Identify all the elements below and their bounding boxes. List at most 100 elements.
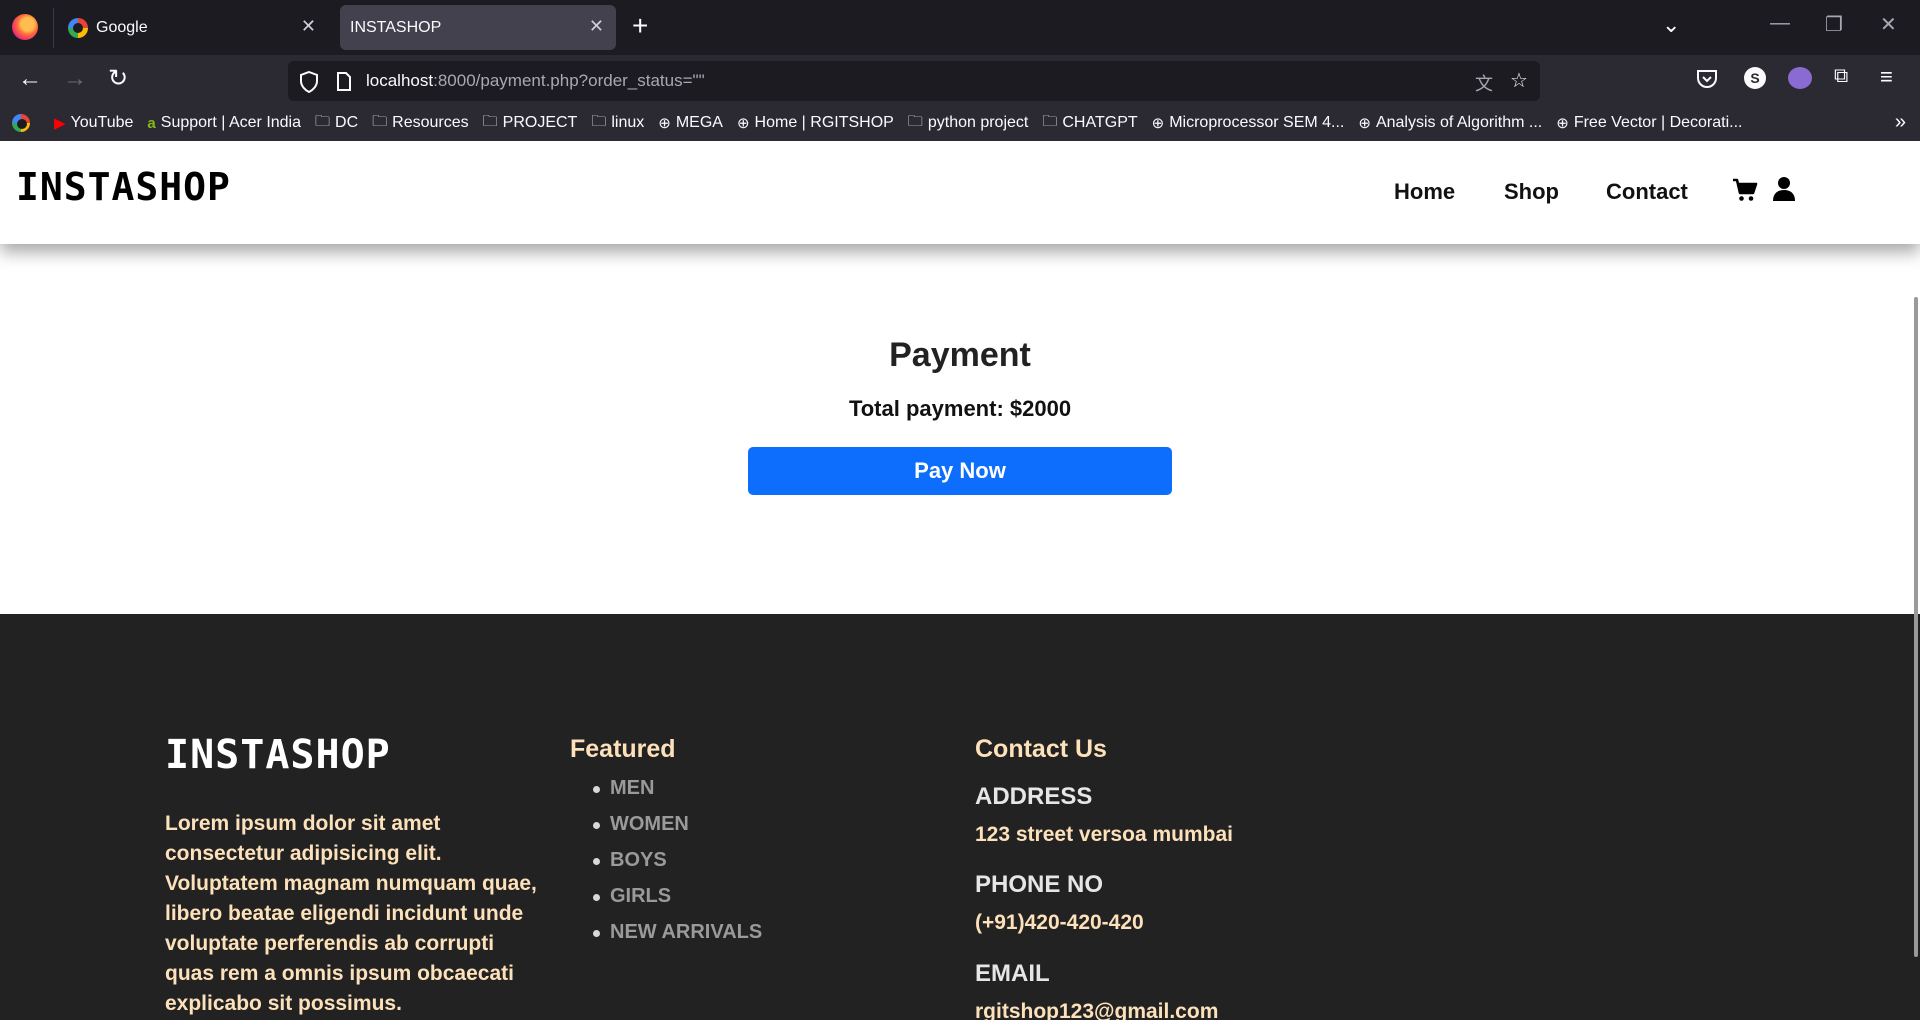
featured-heading: Featured bbox=[570, 735, 676, 763]
globe-icon: ⊕ bbox=[736, 115, 750, 132]
firefox-logo-icon[interactable] bbox=[12, 14, 38, 40]
close-tab-icon[interactable]: ✕ bbox=[589, 16, 604, 37]
bookmark-folder-python[interactable]: 🗀 python project bbox=[908, 111, 1029, 136]
bookmark-acer[interactable]: a Support | Acer India bbox=[147, 114, 301, 132]
nav-link-shop[interactable]: Shop bbox=[1504, 179, 1559, 205]
bookmark-folder-project[interactable]: 🗀 PROJECT bbox=[483, 111, 578, 136]
folder-icon: 🗀 bbox=[372, 112, 388, 130]
hamburger-menu-icon[interactable]: ≡ bbox=[1880, 64, 1893, 90]
footer-logo: INSTASHOP bbox=[165, 732, 391, 778]
bookmark-label: Resources bbox=[392, 114, 469, 131]
email-value[interactable]: rgitshop123@gmail.com bbox=[975, 1000, 1218, 1020]
folder-icon: 🗀 bbox=[1042, 112, 1058, 130]
bookmark-label: Microprocessor SEM 4... bbox=[1169, 114, 1345, 131]
bookmark-folder-chatgpt[interactable]: 🗀 CHATGPT bbox=[1042, 111, 1137, 136]
web-page: INSTASHOP Home Shop Contact Payment Tota… bbox=[0, 141, 1920, 1020]
address-bar[interactable]: localhost:8000/payment.php?order_status=… bbox=[288, 61, 1540, 101]
payment-title: Payment bbox=[889, 336, 1031, 374]
featured-link-boys[interactable]: BOYS bbox=[593, 849, 762, 885]
folder-icon: 🗀 bbox=[482, 112, 498, 130]
bookmark-mega[interactable]: ⊕ MEGA bbox=[658, 114, 723, 132]
address-label: ADDRESS bbox=[975, 783, 1093, 810]
bookmark-label: CHATGPT bbox=[1062, 114, 1138, 131]
featured-link-girls[interactable]: GIRLS bbox=[593, 885, 762, 921]
address-value: 123 street versoa mumbai bbox=[975, 823, 1233, 846]
payment-section: Payment Total payment: $2000 Pay Now bbox=[0, 244, 1920, 614]
featured-list: MEN WOMEN BOYS GIRLS NEW ARRIVALS bbox=[593, 777, 762, 957]
close-window-icon[interactable]: ✕ bbox=[1880, 12, 1897, 37]
bookmark-label: Support | Acer India bbox=[160, 114, 302, 131]
url-text[interactable]: localhost:8000/payment.php?order_status=… bbox=[366, 71, 705, 91]
list-all-tabs-chevron-icon[interactable]: ⌄ bbox=[1662, 12, 1680, 38]
tab-title: INSTASHOP bbox=[350, 18, 442, 36]
user-account-icon[interactable] bbox=[1772, 176, 1796, 202]
extension-mask-icon[interactable] bbox=[1788, 67, 1812, 89]
pay-now-button[interactable]: Pay Now bbox=[748, 447, 1172, 495]
new-tab-plus-icon[interactable]: + bbox=[632, 10, 648, 42]
bookmark-algorithm[interactable]: ⊕ Analysis of Algorithm ... bbox=[1358, 114, 1542, 132]
back-arrow-icon[interactable]: ← bbox=[18, 66, 42, 92]
bookmark-label: YouTube bbox=[70, 114, 134, 131]
bookmark-label: linux bbox=[611, 114, 645, 131]
bookmark-folder-linux[interactable]: 🗀 linux bbox=[591, 111, 644, 136]
translate-icon[interactable]: 文 bbox=[1475, 70, 1493, 96]
page-icon[interactable] bbox=[336, 72, 352, 91]
bookmark-label: Analysis of Algorithm ... bbox=[1375, 114, 1543, 131]
bookmark-star-icon[interactable]: ☆ bbox=[1510, 68, 1528, 93]
pocket-icon[interactable] bbox=[1696, 69, 1718, 89]
site-header: INSTASHOP Home Shop Contact bbox=[0, 141, 1920, 244]
globe-icon: ⊕ bbox=[1358, 115, 1371, 132]
minimize-icon[interactable]: — bbox=[1770, 12, 1790, 35]
extensions-puzzle-icon[interactable]: ⧉ bbox=[1834, 65, 1848, 88]
bookmark-microprocessor[interactable]: ⊕ Microprocessor SEM 4... bbox=[1152, 114, 1345, 132]
bookmark-free-vector[interactable]: ⊕ Free Vector | Decorati... bbox=[1556, 114, 1742, 132]
bookmark-label: DC bbox=[335, 114, 359, 131]
bookmark-folder-dc[interactable]: 🗀 DC bbox=[315, 111, 358, 136]
bookmarks-overflow-chevron-icon[interactable]: » bbox=[1895, 111, 1906, 134]
shield-icon[interactable] bbox=[299, 71, 319, 93]
google-favicon-icon bbox=[12, 114, 30, 132]
tab-separator bbox=[53, 8, 54, 48]
nav-link-home[interactable]: Home bbox=[1394, 179, 1455, 205]
bookmark-label: Free Vector | Decorati... bbox=[1573, 114, 1743, 131]
folder-icon: 🗀 bbox=[315, 112, 331, 130]
tab-instashop[interactable]: INSTASHOP ✕ bbox=[340, 5, 616, 50]
page-scrollbar-thumb[interactable] bbox=[1914, 297, 1918, 957]
bookmark-label: MEGA bbox=[675, 114, 723, 131]
close-tab-icon[interactable]: ✕ bbox=[301, 16, 316, 37]
total-payment-text: Total payment: $2000 bbox=[848, 396, 1072, 421]
featured-link-men[interactable]: MEN bbox=[593, 777, 762, 813]
browser-tab-bar: Google ✕ INSTASHOP ✕ + ⌄ — ❐ ✕ bbox=[0, 0, 1920, 55]
globe-icon: ⊕ bbox=[658, 115, 671, 132]
folder-icon: 🗀 bbox=[591, 112, 607, 130]
phone-label: PHONE NO bbox=[975, 871, 1104, 898]
bookmark-google[interactable] bbox=[12, 114, 40, 132]
site-footer: INSTASHOP Lorem ipsum dolor sit amet con… bbox=[0, 614, 1920, 1020]
featured-link-women[interactable]: WOMEN bbox=[593, 813, 762, 849]
restore-icon[interactable]: ❐ bbox=[1825, 12, 1843, 37]
reload-icon[interactable]: ↻ bbox=[108, 66, 128, 92]
bookmark-label: Home | RGITSHOP bbox=[754, 114, 894, 131]
site-logo[interactable]: INSTASHOP bbox=[16, 165, 231, 209]
globe-icon: ⊕ bbox=[1556, 115, 1569, 132]
account-avatar-icon[interactable]: S bbox=[1744, 67, 1766, 89]
url-path: :8000/payment.php?order_status="" bbox=[433, 71, 705, 90]
bookmark-youtube[interactable]: ▶ YouTube bbox=[54, 114, 133, 132]
phone-value: (+91)420-420-420 bbox=[975, 911, 1144, 934]
bookmark-folder-resources[interactable]: 🗀 Resources bbox=[372, 111, 469, 136]
forward-arrow-icon[interactable]: → bbox=[63, 66, 87, 92]
url-host: localhost bbox=[366, 71, 434, 90]
nav-link-contact[interactable]: Contact bbox=[1606, 179, 1688, 205]
acer-icon: a bbox=[147, 114, 156, 132]
google-favicon-icon bbox=[68, 17, 88, 38]
bookmark-rgitshop[interactable]: ⊕ Home | RGITSHOP bbox=[737, 114, 894, 132]
footer-description: Lorem ipsum dolor sit amet consectetur a… bbox=[165, 812, 537, 1015]
tab-title: Google bbox=[96, 18, 148, 36]
bookmark-label: python project bbox=[927, 114, 1029, 131]
tab-google[interactable]: Google ✕ bbox=[58, 5, 328, 50]
featured-link-new-arrivals[interactable]: NEW ARRIVALS bbox=[593, 921, 762, 957]
contact-heading: Contact Us bbox=[975, 735, 1107, 763]
globe-icon: ⊕ bbox=[1151, 115, 1165, 132]
shopping-cart-icon[interactable] bbox=[1732, 177, 1758, 203]
folder-icon: 🗀 bbox=[907, 112, 923, 130]
